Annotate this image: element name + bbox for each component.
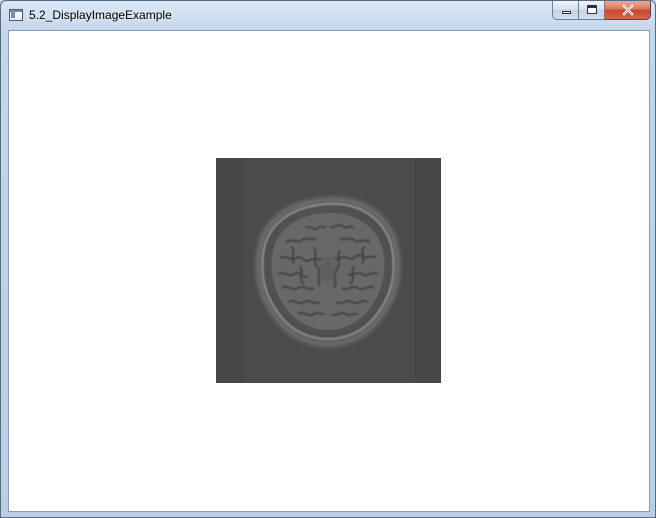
app-icon[interactable] xyxy=(9,9,23,21)
maximize-button[interactable] xyxy=(579,1,605,20)
title-bar[interactable]: 5.2_DisplayImageExample xyxy=(1,1,655,30)
brain-mri-slice-image xyxy=(216,158,441,383)
app-window: 5.2_DisplayImageExample xyxy=(0,0,656,518)
minimize-icon xyxy=(562,11,571,14)
client-area xyxy=(8,30,650,512)
mri-image xyxy=(216,158,441,383)
window-title: 5.2_DisplayImageExample xyxy=(29,8,172,22)
maximize-icon xyxy=(587,5,597,14)
minimize-button[interactable] xyxy=(552,1,579,20)
close-button[interactable] xyxy=(605,1,651,20)
close-icon xyxy=(622,4,634,16)
caption-buttons xyxy=(552,1,651,21)
